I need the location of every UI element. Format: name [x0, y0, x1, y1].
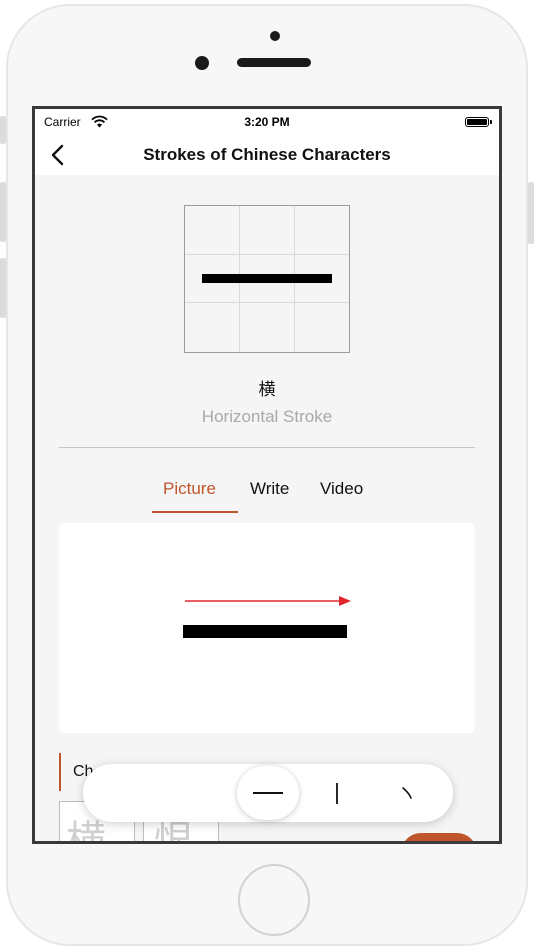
direction-arrow-icon [185, 596, 351, 606]
nav-bar: Strokes of Chinese Characters [35, 135, 499, 175]
stroke-picker [83, 764, 453, 822]
status-time: 3:20 PM [244, 115, 290, 129]
grid-line [185, 254, 349, 255]
stroke-character: 横 [258, 380, 276, 399]
tab-picture[interactable]: Picture [163, 479, 216, 499]
stroke-option-vertical[interactable] [309, 764, 365, 822]
stroke-option-dot[interactable] [381, 764, 437, 822]
mute-switch [0, 116, 6, 144]
proximity-sensor [195, 56, 209, 70]
battery-tip [490, 120, 492, 124]
app-screen: Carrier 3:20 PM Strokes of Chinese Chara… [32, 106, 502, 844]
battery-icon [465, 117, 489, 127]
tab-video[interactable]: Video [320, 479, 363, 499]
status-bar: Carrier 3:20 PM [35, 109, 499, 135]
stroke-picture-card [59, 523, 475, 733]
volume-down-button [0, 258, 6, 318]
vertical-stroke-icon [336, 783, 338, 804]
front-camera [270, 31, 280, 41]
action-button[interactable] [401, 833, 477, 841]
horizontal-stroke-icon [253, 792, 283, 794]
page-title: Strokes of Chinese Characters [143, 145, 391, 164]
stroke-option-horizontal[interactable] [237, 764, 299, 822]
section-divider [59, 447, 475, 448]
horizontal-stroke-glyph [202, 274, 332, 283]
active-tab-indicator [152, 511, 238, 513]
stroke-grid [184, 205, 350, 353]
stroke-name: Horizontal Stroke [201, 407, 333, 426]
tab-write[interactable]: Write [250, 479, 289, 499]
section-accent-bar [59, 753, 61, 791]
volume-up-button [0, 182, 6, 242]
grid-line [185, 302, 349, 303]
power-button [528, 182, 534, 244]
stroke-demo-bar [183, 625, 347, 638]
earpiece-speaker [237, 58, 311, 67]
home-button[interactable] [238, 864, 310, 936]
dot-stroke-icon [402, 787, 412, 799]
